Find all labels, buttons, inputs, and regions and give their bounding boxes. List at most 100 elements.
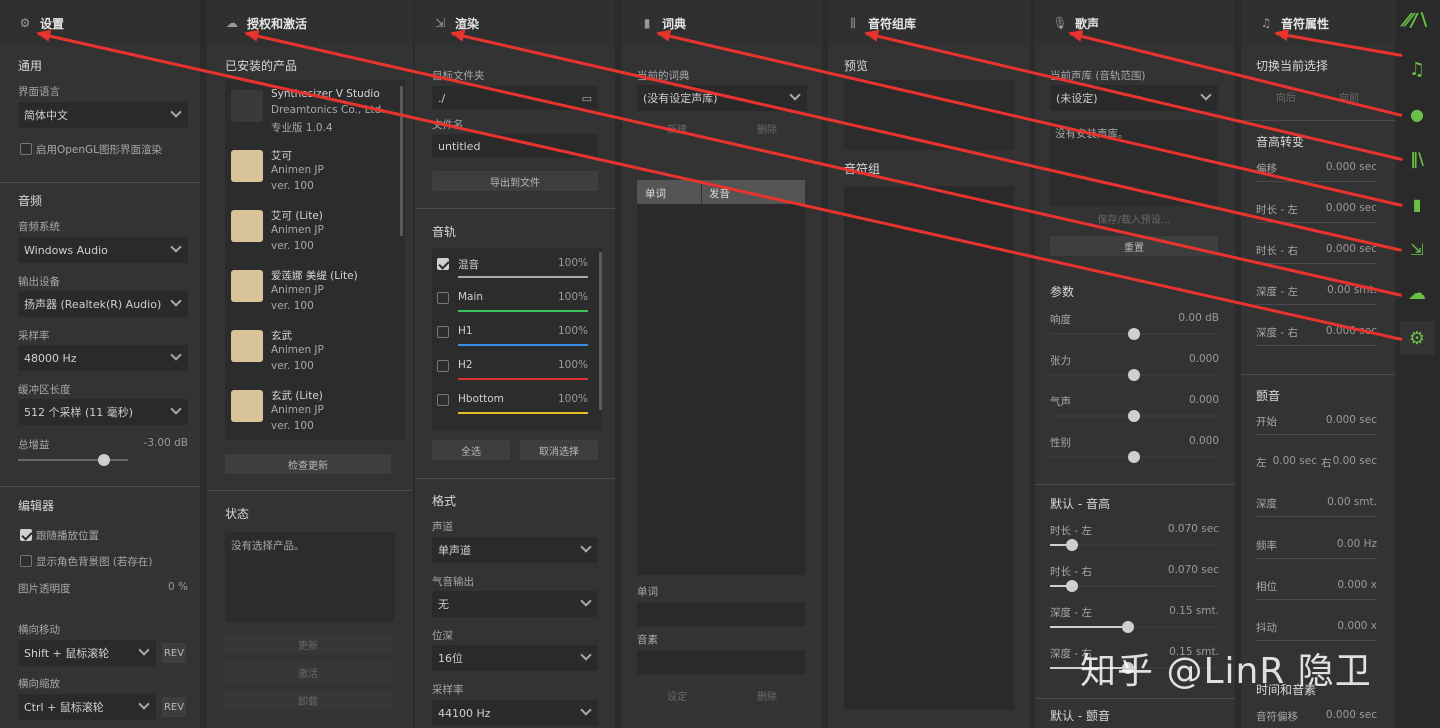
note-offset-value[interactable]: 0.000 sec: [1311, 709, 1377, 721]
prop-value[interactable]: 0.00 smt.: [1303, 496, 1377, 508]
prop-value[interactable]: 0.000 x: [1303, 620, 1377, 632]
check-update-button[interactable]: 检查更新: [225, 454, 391, 474]
scrollbar[interactable]: [400, 86, 403, 236]
hscroll-rev-button[interactable]: REV: [162, 643, 186, 663]
sidebar-license-button[interactable]: ☁: [1400, 276, 1434, 310]
pitch-param-value[interactable]: 0.070 sec: [1135, 523, 1219, 535]
audio-system-select[interactable]: Windows Audio: [18, 237, 188, 263]
slider-knob[interactable]: [1122, 621, 1134, 633]
bitdepth-select[interactable]: 16位: [432, 645, 598, 671]
slider-knob[interactable]: [1128, 451, 1140, 463]
word-input[interactable]: [637, 602, 805, 626]
param-value[interactable]: 0.000: [1135, 435, 1219, 447]
hzoom-rev-button[interactable]: REV: [162, 697, 186, 717]
slider-knob[interactable]: [98, 454, 110, 466]
deselect-button[interactable]: 取消选择: [520, 440, 598, 460]
slider-knob[interactable]: [1066, 580, 1078, 592]
pitch-param-slider[interactable]: [1050, 539, 1218, 551]
pitch-param-slider[interactable]: [1050, 580, 1218, 592]
activate-button[interactable]: 激活: [225, 662, 391, 682]
sidebar-dictionary-button[interactable]: ▮: [1400, 187, 1434, 221]
prop-value[interactable]: 0.00 Hz: [1303, 538, 1377, 550]
sidebar-render-button[interactable]: ⇲: [1400, 232, 1434, 266]
param-slider[interactable]: [1050, 451, 1218, 463]
list-item[interactable]: 玄武 Animen JP ver. 100: [225, 328, 395, 384]
prop-value[interactable]: 0.000 x: [1303, 579, 1377, 591]
list-item[interactable]: 玄武 (Lite) Animen JP ver. 100: [225, 388, 395, 444]
sample-rate-select[interactable]: 48000 Hz: [18, 345, 188, 371]
sidebar-settings-button[interactable]: ⚙: [1400, 321, 1434, 355]
follow-playback-checkbox[interactable]: [20, 529, 32, 541]
phoneme-input[interactable]: [637, 650, 805, 674]
track-row[interactable]: H2 100%: [432, 356, 597, 386]
output-device-select[interactable]: 扬声器 (Realtek(R) Audio): [18, 291, 188, 317]
param-value[interactable]: 0.00 dB: [1135, 312, 1219, 324]
track-list[interactable]: 混音 100% Main 100% H1 100% H2 100% Hbottom 100%: [432, 248, 602, 430]
list-item[interactable]: 爱莲娜 美缇 (Lite) Animen JP ver. 100: [225, 268, 395, 324]
prop-label: 抖动: [1256, 622, 1277, 634]
track-row[interactable]: Hbottom 100%: [432, 390, 597, 420]
track-checkbox[interactable]: [437, 258, 449, 270]
track-checkbox[interactable]: [437, 394, 449, 406]
list-item[interactable]: Synthesizer V Studio Dreamtonics Co., Ltd…: [225, 88, 395, 144]
prop-value[interactable]: 0.000 sec: [1303, 243, 1377, 255]
divider: [415, 478, 615, 479]
product-list[interactable]: Synthesizer V Studio Dreamtonics Co., Ltd…: [225, 80, 405, 440]
track-row[interactable]: H1 100%: [432, 322, 597, 352]
param-slider[interactable]: [1050, 369, 1218, 381]
param-slider[interactable]: [1050, 410, 1218, 422]
prop-value[interactable]: 0.000 sec: [1303, 202, 1377, 214]
param-value[interactable]: 0.000: [1135, 394, 1219, 406]
scrollbar[interactable]: [599, 252, 602, 410]
prev-note-button[interactable]: 向后: [1256, 86, 1316, 106]
right-value[interactable]: 0.00 sec: [1327, 455, 1377, 467]
delete-entry-button[interactable]: 删除: [727, 685, 807, 705]
breath-select[interactable]: 无: [432, 591, 598, 617]
save-load-preset-button[interactable]: 保存/载入预设...: [1050, 208, 1218, 228]
delete-dict-button[interactable]: 删除: [727, 118, 807, 138]
show-bg-checkbox[interactable]: [20, 555, 32, 567]
gain-slider[interactable]: [18, 454, 128, 466]
param-value[interactable]: 0.000: [1135, 353, 1219, 365]
track-checkbox[interactable]: [437, 292, 449, 304]
slider-knob[interactable]: [1128, 328, 1140, 340]
list-item[interactable]: 艾可 Animen JP ver. 100: [225, 148, 395, 204]
track-checkbox[interactable]: [437, 360, 449, 372]
set-button[interactable]: 设定: [637, 685, 717, 705]
track-row[interactable]: 混音 100%: [432, 254, 597, 284]
hscroll-select[interactable]: Shift + 鼠标滚轮: [18, 640, 156, 666]
tracks-heading: 音轨: [432, 225, 457, 239]
sidebar-voice-button[interactable]: ●: [1400, 97, 1434, 131]
hzoom-select[interactable]: Ctrl + 鼠标滚轮: [18, 694, 156, 720]
pitch-param-value[interactable]: 0.15 smt.: [1135, 605, 1219, 617]
ui-language-select[interactable]: 简体中文: [18, 102, 188, 128]
slider-knob[interactable]: [1066, 539, 1078, 551]
prop-value[interactable]: 0.000 sec: [1303, 161, 1377, 173]
track-checkbox[interactable]: [437, 326, 449, 338]
buffer-select[interactable]: 512 个采样 (11 毫秒): [18, 399, 188, 425]
param-slider[interactable]: [1050, 328, 1218, 340]
export-button[interactable]: 导出到文件: [432, 171, 598, 191]
track-row[interactable]: Main 100%: [432, 288, 597, 318]
status-heading: 状态: [225, 507, 250, 521]
left-value[interactable]: 0.00 sec: [1263, 455, 1317, 467]
dict-table[interactable]: 单词 发音: [637, 180, 805, 575]
sidebar-note-button[interactable]: ♫: [1400, 52, 1434, 86]
group-list[interactable]: [844, 186, 1014, 710]
slider-knob[interactable]: [1128, 410, 1140, 422]
folder-icon[interactable]: ▭: [582, 92, 592, 105]
update-button[interactable]: 更新: [225, 634, 391, 654]
pitch-param-slider[interactable]: [1050, 621, 1218, 633]
slider-knob[interactable]: [1128, 369, 1140, 381]
prop-value[interactable]: 0.000 sec: [1303, 414, 1377, 426]
channel-select[interactable]: 单声道: [432, 537, 598, 563]
sidebar-library-button[interactable]: ‖\: [1400, 141, 1434, 175]
track-color-bar: [458, 310, 588, 312]
opengl-checkbox[interactable]: [20, 143, 32, 155]
uninstall-button[interactable]: 卸载: [225, 690, 391, 710]
pitch-param-value[interactable]: 0.070 sec: [1135, 564, 1219, 576]
render-sr-select[interactable]: 44100 Hz: [432, 700, 598, 726]
list-item[interactable]: 艾可 (Lite) Animen JP ver. 100: [225, 208, 395, 264]
select-all-button[interactable]: 全选: [432, 440, 510, 460]
col-word[interactable]: 单词: [645, 186, 666, 201]
